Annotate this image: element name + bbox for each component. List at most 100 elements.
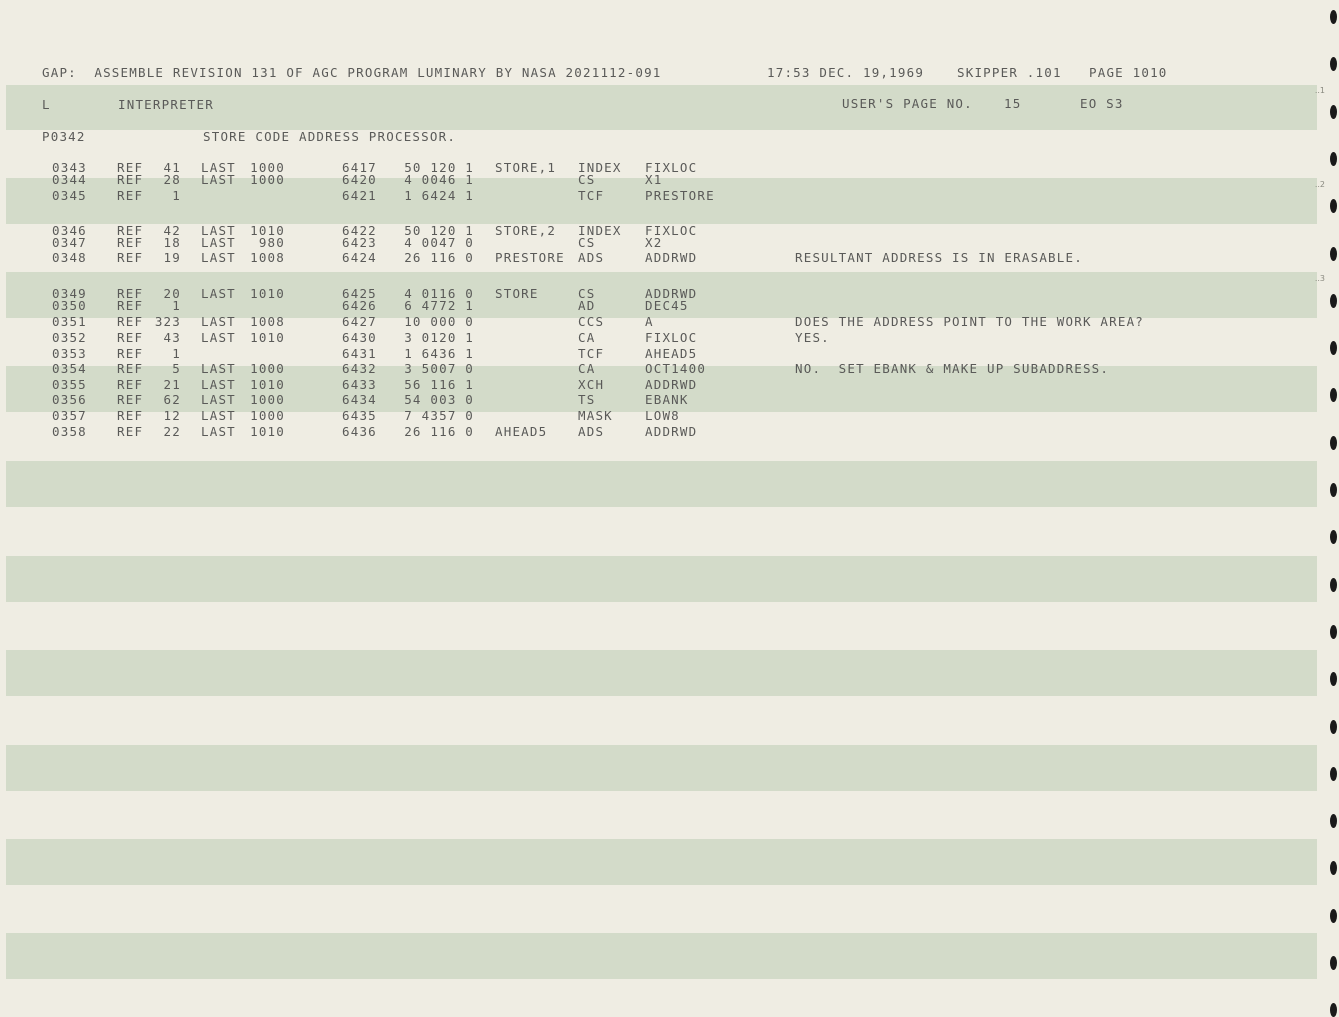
listing-line: 0353: [52, 346, 87, 361]
listing-ref: REF: [117, 250, 144, 265]
listing-label: STORE: [495, 286, 539, 301]
listing-last: LAST: [201, 377, 236, 392]
listing-addr: 6431: [342, 346, 377, 361]
feed-hole: [1330, 814, 1337, 829]
feed-hole: [1330, 10, 1337, 24]
listing-lastnum: 1010: [250, 286, 285, 301]
listing-last: LAST: [201, 172, 236, 187]
listing-op: TS: [578, 392, 596, 407]
feed-hole: [1330, 1003, 1337, 1017]
listing-operand: ADDRWD: [645, 377, 698, 392]
listing-ref: REF: [117, 361, 144, 376]
listing-last: LAST: [201, 424, 236, 439]
listing-code: 4 0047 0: [404, 235, 474, 250]
listing-lastnum: 1008: [250, 314, 285, 329]
listing-line: 0356: [52, 392, 87, 407]
feed-hole: [1330, 908, 1337, 923]
listing-code: 1 6424 1: [404, 188, 474, 203]
listing-operand: ADDRWD: [645, 250, 698, 265]
listing-code: 56 116 1: [404, 377, 474, 392]
feed-hole: [1330, 956, 1337, 970]
listing-comment: NO. SET EBANK & MAKE UP SUBADDRESS.: [795, 361, 1110, 376]
listing-operand: X2: [645, 235, 663, 250]
listing-lastnum: 1008: [250, 250, 285, 265]
listing-operand: LOW8: [645, 408, 680, 423]
print-timestamp: 17:53 DEC. 19,1969: [767, 65, 925, 80]
listing-line: 0357: [52, 408, 87, 423]
listing-operand: A: [645, 314, 654, 329]
feed-hole: [1330, 861, 1337, 876]
green-bar: [6, 461, 1317, 507]
listing-code: 10 000 0: [404, 314, 474, 329]
listing-last: LAST: [201, 361, 236, 376]
listing-ref: REF: [117, 392, 144, 407]
listing-addr: 6426: [342, 298, 377, 313]
listing-code: 7 4357 0: [404, 408, 474, 423]
listing-addr: 6430: [342, 330, 377, 345]
listing-op: CA: [578, 361, 596, 376]
listing-lastnum: 1000: [250, 361, 285, 376]
listing-op: CCS: [578, 314, 605, 329]
listing-comment: RESULTANT ADDRESS IS IN ERASABLE.: [795, 250, 1083, 265]
listing-refnum: 1: [172, 298, 181, 313]
listing-operand: FIXLOC: [645, 330, 698, 345]
listing-line: 0354: [52, 361, 87, 376]
feed-hole: [1330, 483, 1337, 497]
listing-ref: REF: [117, 235, 144, 250]
listing-ref: REF: [117, 346, 144, 361]
listing-refnum: 323: [154, 314, 181, 329]
listing-line: 0347: [52, 235, 87, 250]
listing-code: 26 116 0: [404, 250, 474, 265]
margin-mark: ..2: [1314, 180, 1325, 189]
listing-addr: 6432: [342, 361, 377, 376]
feed-hole: [1330, 293, 1337, 308]
listing-op: CS: [578, 172, 596, 187]
listing-addr: 6433: [342, 377, 377, 392]
listing-refnum: 5: [172, 361, 181, 376]
listing-lastnum: 1010: [250, 330, 285, 345]
listing-line: 0352: [52, 330, 87, 345]
listing-refnum: 28: [163, 172, 181, 187]
feed-hole: [1330, 435, 1337, 450]
listing-lastnum: 1010: [250, 424, 285, 439]
listing-op: MASK: [578, 408, 613, 423]
listing-op: TCF: [578, 346, 605, 361]
feed-hole: [1330, 246, 1337, 261]
user-page-label: USER'S PAGE NO.: [842, 96, 973, 111]
listing-refnum: 21: [163, 377, 181, 392]
feed-hole: [1330, 151, 1337, 166]
listing-addr: 6434: [342, 392, 377, 407]
section-name: INTERPRETER: [118, 97, 214, 112]
listing-addr: 6436: [342, 424, 377, 439]
green-bar: [6, 556, 1317, 602]
listing-code: 54 003 0: [404, 392, 474, 407]
green-bar: [6, 745, 1317, 791]
listing-last: LAST: [201, 235, 236, 250]
listing-code: 3 5007 0: [404, 361, 474, 376]
feed-hole: [1330, 719, 1337, 734]
listing-last: LAST: [201, 330, 236, 345]
green-bar: [6, 839, 1317, 885]
listing-last: LAST: [201, 392, 236, 407]
listing-refnum: 62: [163, 392, 181, 407]
listing-line: 0351: [52, 314, 87, 329]
listing-refnum: 43: [163, 330, 181, 345]
feed-hole: [1330, 199, 1337, 214]
feed-hole: [1330, 104, 1337, 119]
listing-op: CA: [578, 330, 596, 345]
listing-operand: EBANK: [645, 392, 689, 407]
section-letter: L: [42, 97, 51, 112]
green-bar: [6, 650, 1317, 696]
listing-label: AHEAD5: [495, 424, 548, 439]
page-number: PAGE 1010: [1089, 65, 1168, 80]
listing-ref: REF: [117, 172, 144, 187]
assembly-header: GAP: ASSEMBLE REVISION 131 OF AGC PROGRA…: [42, 65, 662, 80]
listing-last: LAST: [201, 314, 236, 329]
listing-refnum: 12: [163, 408, 181, 423]
feed-hole: [1330, 388, 1337, 403]
listing-last: LAST: [201, 286, 236, 301]
listing-code: 1 6436 1: [404, 346, 474, 361]
listing-label: PRESTORE: [495, 250, 565, 265]
listing-last: LAST: [201, 250, 236, 265]
listing-lastnum: 1000: [250, 172, 285, 187]
